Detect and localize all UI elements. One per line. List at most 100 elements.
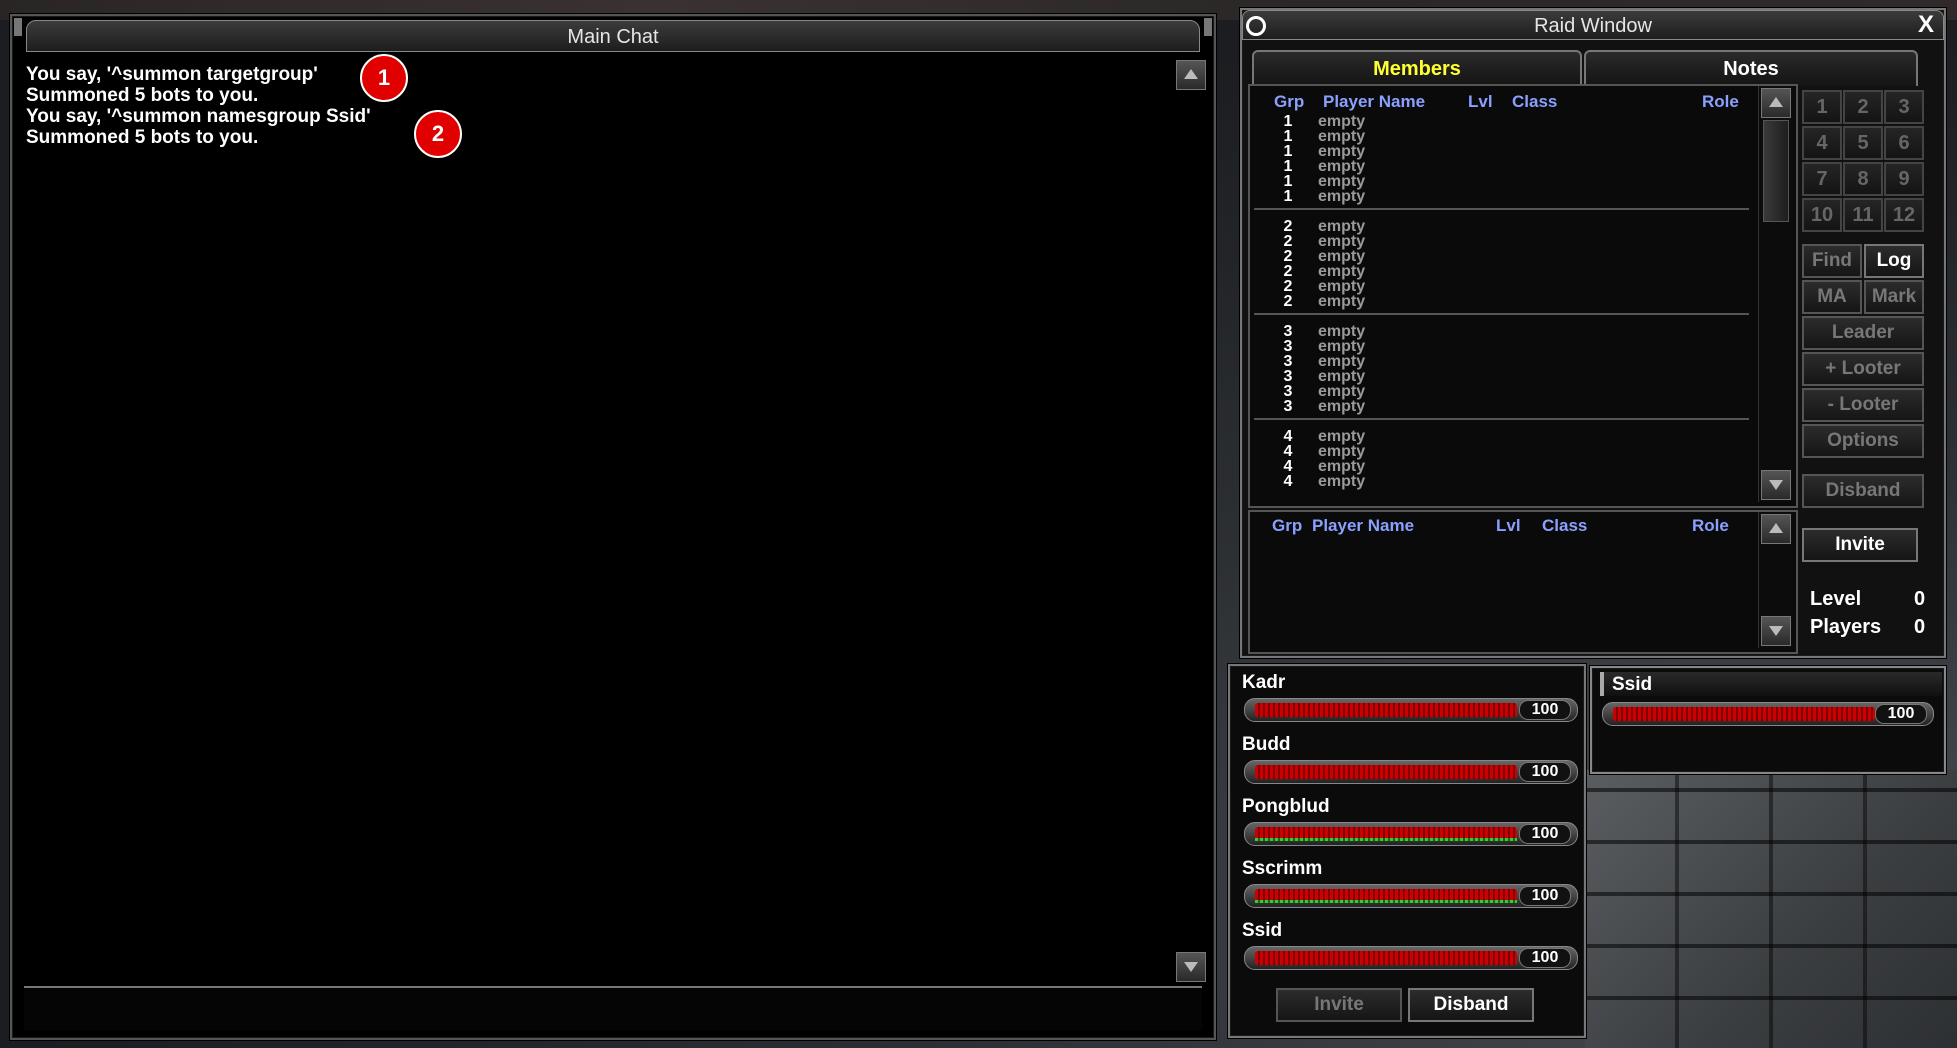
tab-members[interactable]: Members: [1252, 50, 1582, 86]
table-row[interactable]: 3 empty: [1258, 399, 1753, 415]
group-divider: [1254, 313, 1749, 315]
group-number-button[interactable]: 1: [1802, 90, 1842, 124]
group-number-button[interactable]: 5: [1843, 126, 1883, 160]
table-row[interactable]: 2 empty: [1258, 234, 1753, 250]
close-icon[interactable]: X: [1918, 10, 1934, 40]
group-member-name[interactable]: Kadr: [1242, 672, 1285, 694]
raid-members-list[interactable]: Grp Player Name Lvl Class Role 1 empty 1e…: [1248, 84, 1798, 508]
col-header-class[interactable]: Class: [1512, 92, 1557, 112]
table-row[interactable]: 4 empty: [1258, 474, 1753, 490]
table-row[interactable]: 1 empty: [1258, 114, 1753, 130]
table-row[interactable]: 3 empty: [1258, 369, 1753, 385]
background-stone-wall: [1585, 770, 1957, 1048]
table-row[interactable]: 2 empty: [1258, 249, 1753, 265]
raid-title[interactable]: Raid Window: [1242, 10, 1944, 40]
tab-notes[interactable]: Notes: [1584, 50, 1918, 86]
raid-group-3: 3 empty 3 empty 3 empty 3 empty 3 empty 3 empt…: [1258, 324, 1753, 415]
chat-input[interactable]: [24, 986, 1202, 1030]
raid-title-text: Raid Window: [1534, 15, 1652, 37]
health-fill: [1255, 765, 1517, 779]
group-member-name[interactable]: Sscrimm: [1242, 858, 1322, 880]
col-header-role[interactable]: Role: [1702, 92, 1739, 112]
raid-list-scrollbar[interactable]: [1758, 86, 1793, 502]
table-row[interactable]: 1 empty: [1258, 159, 1753, 175]
health-fill: [1613, 707, 1875, 721]
unassigned-scrollbar[interactable]: [1758, 512, 1793, 648]
find-button[interactable]: Find: [1802, 244, 1862, 278]
col-header-player-name[interactable]: Player Name: [1312, 516, 1414, 536]
table-row[interactable]: 3 empty: [1258, 339, 1753, 355]
chat-scroll-up-button[interactable]: [1176, 60, 1206, 90]
group-window[interactable]: Kadr 100 Budd 100 Pongblud 100 Sscrimm 1…: [1228, 664, 1586, 1038]
raid-unassigned-list[interactable]: Grp Player Name Lvl Class Role: [1248, 510, 1798, 654]
col-header-grp[interactable]: Grp: [1272, 516, 1302, 536]
arrow-up-icon: [1184, 69, 1198, 79]
group-number-button[interactable]: 3: [1884, 90, 1924, 124]
scroll-thumb[interactable]: [1763, 120, 1789, 222]
col-header-lvl[interactable]: Lvl: [1468, 92, 1493, 112]
table-row[interactable]: 4 empty: [1258, 444, 1753, 460]
group-number-button[interactable]: 9: [1884, 162, 1924, 196]
group-number-button[interactable]: 2: [1843, 90, 1883, 124]
group-number-button[interactable]: 6: [1884, 126, 1924, 160]
group-member-name[interactable]: Ssid: [1242, 920, 1282, 942]
group-divider: [1254, 418, 1749, 420]
table-row[interactable]: 1 empty: [1258, 144, 1753, 160]
scroll-up-button[interactable]: [1761, 514, 1791, 544]
disband-raid-button[interactable]: Disband: [1802, 474, 1924, 508]
col-header-lvl[interactable]: Lvl: [1496, 516, 1521, 536]
table-row[interactable]: 2 empty: [1258, 294, 1753, 310]
group-invite-button[interactable]: Invite: [1276, 988, 1402, 1022]
scroll-up-button[interactable]: [1761, 88, 1791, 118]
scroll-down-button[interactable]: [1761, 616, 1791, 646]
table-row[interactable]: 1 empty: [1258, 189, 1753, 205]
group-member-name[interactable]: Budd: [1242, 734, 1291, 756]
players-label: Players: [1810, 616, 1882, 638]
remove-looter-button[interactable]: - Looter: [1802, 388, 1924, 422]
table-row[interactable]: 2 empty: [1258, 219, 1753, 235]
group-number-button[interactable]: 12: [1884, 198, 1924, 232]
target-health-bar: 100: [1602, 702, 1934, 726]
annotation-marker-2: 2: [414, 110, 462, 158]
table-row[interactable]: 3 empty: [1258, 324, 1753, 340]
target-name[interactable]: Ssid: [1612, 674, 1652, 696]
col-header-class[interactable]: Class: [1542, 516, 1587, 536]
invite-raid-button[interactable]: Invite: [1802, 528, 1918, 562]
chat-scroll-down-button[interactable]: [1176, 952, 1206, 982]
players-value: 0: [1914, 616, 1926, 638]
mark-button[interactable]: Mark: [1864, 280, 1924, 314]
options-button[interactable]: Options: [1802, 424, 1924, 458]
table-row[interactable]: 2 empty: [1258, 264, 1753, 280]
group-number-button[interactable]: 10: [1802, 198, 1842, 232]
minimize-icon[interactable]: [1246, 16, 1266, 36]
table-row[interactable]: 3 empty: [1258, 384, 1753, 400]
log-button[interactable]: Log: [1864, 244, 1924, 278]
col-header-role[interactable]: Role: [1692, 516, 1729, 536]
table-row[interactable]: 3 empty: [1258, 354, 1753, 370]
ma-button[interactable]: MA: [1802, 280, 1862, 314]
table-row[interactable]: 2 empty: [1258, 279, 1753, 295]
target-window[interactable]: Ssid 100: [1590, 666, 1946, 774]
raid-window[interactable]: Raid Window X Members Notes Grp Player N…: [1240, 8, 1946, 658]
group-number-button[interactable]: 8: [1843, 162, 1883, 196]
add-looter-button[interactable]: + Looter: [1802, 352, 1924, 386]
group-number-button[interactable]: 7: [1802, 162, 1842, 196]
raid-group-2: 2 empty 2 empty 2 empty 2 empty 2 empty 2 empt…: [1258, 219, 1753, 310]
main-chat-window[interactable]: Main Chat You say, '^summon targetgroup'…: [10, 14, 1216, 1040]
col-header-grp[interactable]: Grp: [1274, 92, 1304, 112]
group-number-button[interactable]: 4: [1802, 126, 1842, 160]
group-disband-button[interactable]: Disband: [1408, 988, 1534, 1022]
scroll-down-button[interactable]: [1761, 470, 1791, 500]
chat-line: Summoned 5 bots to you.: [26, 85, 259, 106]
table-row[interactable]: 4 empty: [1258, 459, 1753, 475]
table-row[interactable]: 4 empty: [1258, 429, 1753, 445]
chat-title[interactable]: Main Chat: [26, 20, 1200, 52]
chat-corner-handle[interactable]: [14, 18, 22, 36]
leader-button[interactable]: Leader: [1802, 316, 1924, 350]
col-header-player-name[interactable]: Player Name: [1323, 92, 1425, 112]
chat-corner-handle[interactable]: [1204, 18, 1212, 36]
group-number-button[interactable]: 11: [1843, 198, 1883, 232]
table-row[interactable]: 1 empty: [1258, 129, 1753, 145]
group-member-name[interactable]: Pongblud: [1242, 796, 1330, 818]
table-row[interactable]: 1 empty: [1258, 174, 1753, 190]
